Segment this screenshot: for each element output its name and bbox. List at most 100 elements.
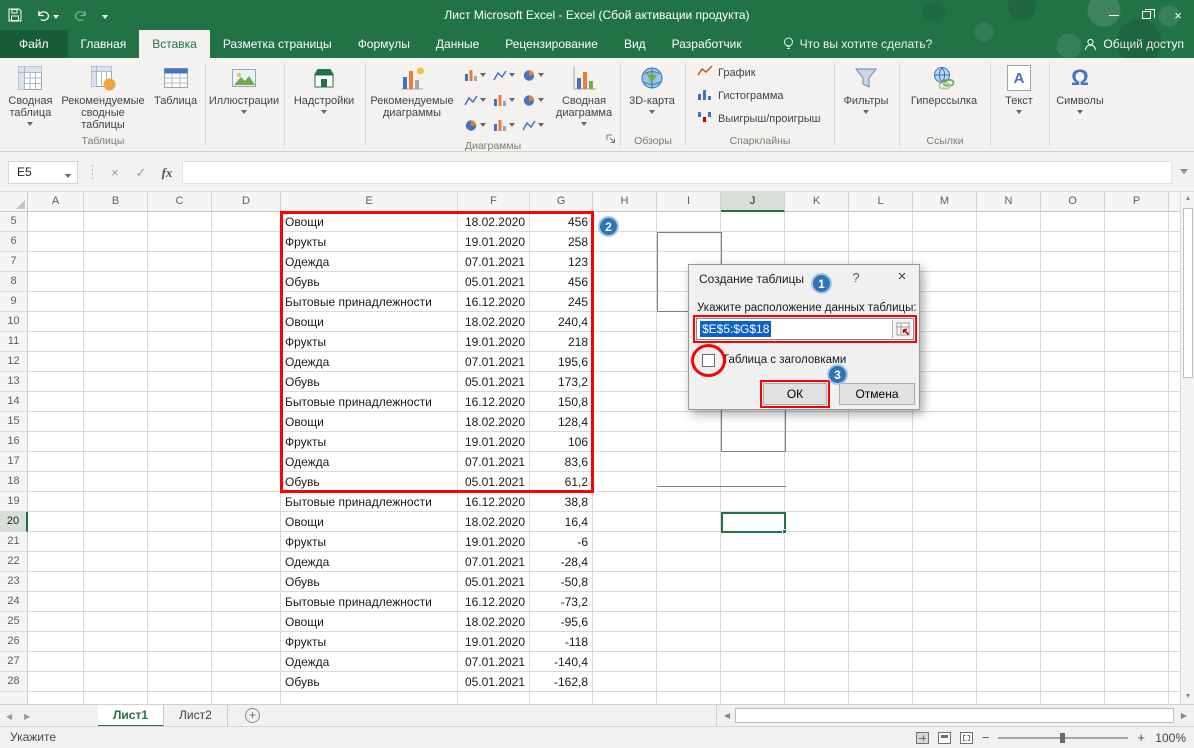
pivot-table-button[interactable]: Сводная таблица: [2, 61, 59, 128]
cell[interactable]: Фрукты: [285, 332, 453, 352]
cells-background[interactable]: [28, 212, 1180, 704]
cell[interactable]: 16.12.2020: [462, 492, 525, 512]
cell[interactable]: Овощи: [285, 312, 453, 332]
horizontal-scroll-thumb[interactable]: [735, 708, 1174, 723]
cell[interactable]: 16.12.2020: [462, 392, 525, 412]
scroll-down-icon[interactable]: ▼: [1181, 690, 1194, 704]
row-header-25[interactable]: 25: [0, 612, 28, 632]
cell[interactable]: 16,4: [534, 512, 588, 532]
row-header-5[interactable]: 5: [0, 212, 28, 232]
vertical-scroll-thumb[interactable]: [1183, 208, 1193, 378]
row-header-8[interactable]: 8: [0, 272, 28, 292]
cell[interactable]: -73,2: [534, 592, 588, 612]
cell[interactable]: Бытовые принадлежности: [285, 492, 453, 512]
cell[interactable]: 19.01.2020: [462, 432, 525, 452]
horizontal-scrollbar[interactable]: ◀ ▶: [716, 705, 1192, 727]
tell-me-search[interactable]: Что вы хотите сделать?: [783, 30, 933, 58]
restore-button[interactable]: [1130, 0, 1162, 30]
row-header-12[interactable]: 12: [0, 352, 28, 372]
chart-type-pie-button[interactable]: [519, 88, 547, 112]
column-header-P[interactable]: P: [1105, 192, 1169, 212]
chart-type-line-button[interactable]: [519, 113, 547, 137]
cell[interactable]: 19.01.2020: [462, 532, 525, 552]
zoom-level[interactable]: 100%: [1154, 731, 1186, 745]
chart-type-line-button[interactable]: [490, 63, 518, 87]
cell[interactable]: -140,4: [534, 652, 588, 672]
cell[interactable]: 18.02.2020: [462, 212, 525, 232]
headers-checkbox[interactable]: [702, 354, 715, 367]
cell[interactable]: 456: [534, 272, 588, 292]
cell[interactable]: Бытовые принадлежности: [285, 392, 453, 412]
illustrations-button[interactable]: Иллюстрации: [207, 61, 281, 116]
save-button[interactable]: [8, 8, 22, 22]
cell[interactable]: 16.12.2020: [462, 592, 525, 612]
addins-button[interactable]: Надстройки: [286, 61, 362, 116]
row-header-14[interactable]: 14: [0, 392, 28, 412]
cell[interactable]: 05.01.2021: [462, 372, 525, 392]
cancel-entry-button[interactable]: ×: [104, 165, 126, 180]
cell[interactable]: -95,6: [534, 612, 588, 632]
cell[interactable]: 106: [534, 432, 588, 452]
cell[interactable]: 18.02.2020: [462, 312, 525, 332]
chart-type-bars-button[interactable]: [461, 63, 489, 87]
cell[interactable]: 123: [534, 252, 588, 272]
customize-qat-button[interactable]: [102, 12, 108, 19]
column-header-I[interactable]: I: [657, 192, 721, 212]
zoom-slider[interactable]: [998, 732, 1128, 744]
cell[interactable]: 18.02.2020: [462, 412, 525, 432]
cell[interactable]: Фрукты: [285, 632, 453, 652]
cell[interactable]: -6: [534, 532, 588, 552]
row-header-9[interactable]: 9: [0, 292, 28, 312]
table-range-input[interactable]: $E$5:$G$18: [696, 318, 914, 340]
cell[interactable]: Одежда: [285, 252, 453, 272]
row-header-20[interactable]: 20: [0, 512, 28, 532]
cell[interactable]: Обувь: [285, 572, 453, 592]
selected-cell-J20[interactable]: [721, 512, 786, 533]
tab-view[interactable]: Вид: [611, 30, 659, 58]
undo-button[interactable]: [36, 9, 59, 22]
sheet-tab-list1[interactable]: Лист1: [98, 705, 164, 727]
row-header-7[interactable]: 7: [0, 252, 28, 272]
prev-sheet-icon[interactable]: ◀: [6, 712, 12, 721]
column-header-G[interactable]: G: [530, 192, 593, 212]
hyperlink-button[interactable]: Гиперссылка: [901, 61, 987, 109]
cell[interactable]: 240,4: [534, 312, 588, 332]
row-header-23[interactable]: 23: [0, 572, 28, 592]
cell[interactable]: 61,2: [534, 472, 588, 492]
cell[interactable]: 07.01.2021: [462, 652, 525, 672]
row-header-22[interactable]: 22: [0, 552, 28, 572]
cell[interactable]: 218: [534, 332, 588, 352]
cell[interactable]: Бытовые принадлежности: [285, 292, 453, 312]
cell[interactable]: 245: [534, 292, 588, 312]
cell[interactable]: Овощи: [285, 612, 453, 632]
row-header-15[interactable]: 15: [0, 412, 28, 432]
close-button[interactable]: ×: [1162, 0, 1194, 30]
column-header-O[interactable]: O: [1041, 192, 1105, 212]
symbols-button[interactable]: Ω Символы: [1051, 61, 1109, 116]
cell[interactable]: 19.01.2020: [462, 632, 525, 652]
row-header-13[interactable]: 13: [0, 372, 28, 392]
cell[interactable]: 19.01.2020: [462, 232, 525, 252]
minimize-button[interactable]: [1098, 0, 1130, 30]
row-header-11[interactable]: 11: [0, 332, 28, 352]
normal-view-icon[interactable]: [916, 732, 929, 744]
dialog-close-button[interactable]: ×: [889, 268, 915, 288]
next-sheet-icon[interactable]: ▶: [24, 712, 30, 721]
page-layout-view-icon[interactable]: [938, 732, 951, 744]
cell[interactable]: Обувь: [285, 272, 453, 292]
column-header-D[interactable]: D: [212, 192, 281, 212]
column-header-F[interactable]: F: [458, 192, 530, 212]
row-header-27[interactable]: 27: [0, 652, 28, 672]
cell[interactable]: -162,8: [534, 672, 588, 692]
cell[interactable]: 16.12.2020: [462, 292, 525, 312]
cell[interactable]: Фрукты: [285, 532, 453, 552]
formula-bar-splitter[interactable]: [92, 165, 93, 180]
recommended-charts-button[interactable]: Рекомендуемые диаграммы: [367, 61, 457, 121]
cell[interactable]: 128,4: [534, 412, 588, 432]
chart-type-bars-button[interactable]: [490, 88, 518, 112]
pivot-chart-button[interactable]: Сводная диаграмма: [551, 61, 617, 128]
column-header-J[interactable]: J: [721, 192, 785, 212]
column-header-M[interactable]: M: [913, 192, 977, 212]
cell[interactable]: 173,2: [534, 372, 588, 392]
column-header-H[interactable]: H: [593, 192, 657, 212]
